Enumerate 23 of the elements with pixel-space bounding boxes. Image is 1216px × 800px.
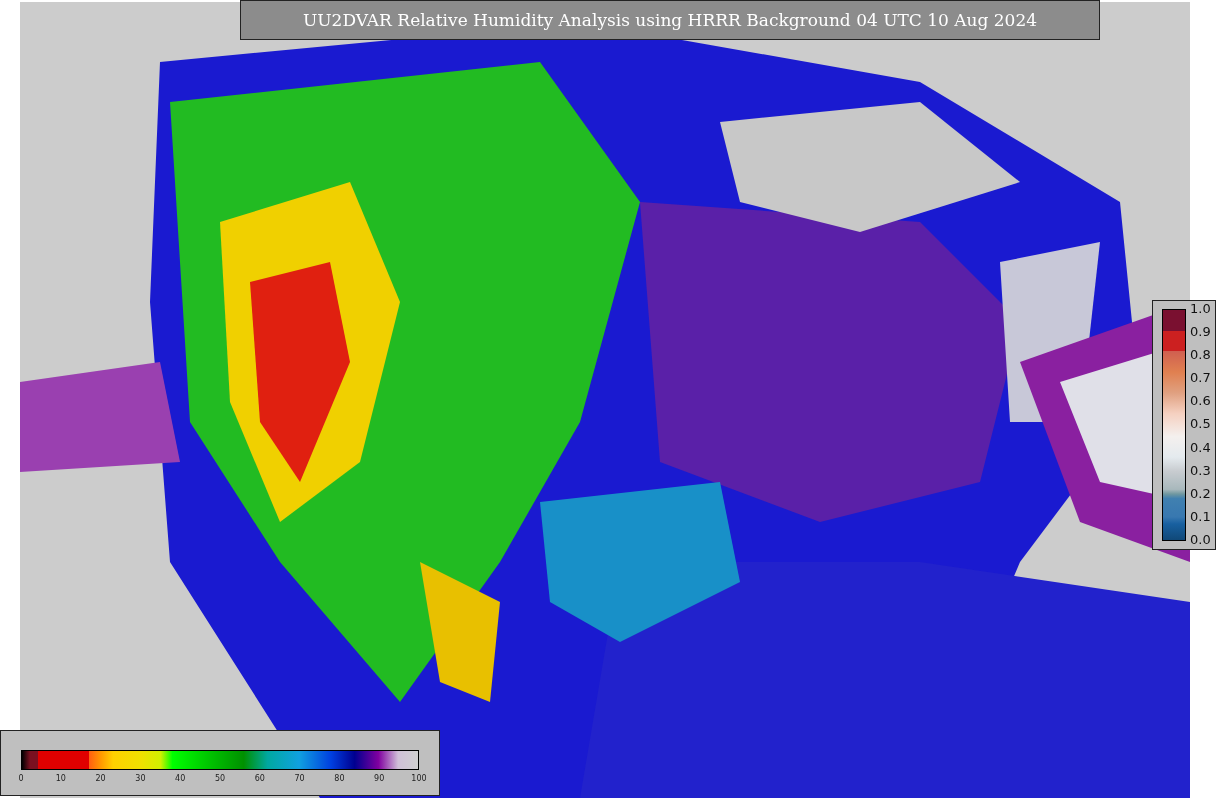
tick-label: 0.1 <box>1190 508 1211 525</box>
tick-label: 80 <box>334 774 345 783</box>
tick-label: 0.8 <box>1190 347 1211 364</box>
tick-label: 90 <box>374 774 385 783</box>
map-title: UU2DVAR Relative Humidity Analysis using HRRR Background 04 UTC 10 Aug 2024 <box>240 0 1100 40</box>
tick-label: 70 <box>294 774 305 783</box>
tick-label: 10 <box>55 774 66 783</box>
tick-label: 0 <box>18 774 24 783</box>
tick-label: 0.9 <box>1190 324 1211 341</box>
tick-label: 1.0 <box>1190 301 1211 317</box>
tick-label: 0.5 <box>1190 416 1211 433</box>
tick-label: 0.0 <box>1190 531 1211 548</box>
tick-label: 30 <box>135 774 146 783</box>
tick-label: 0.7 <box>1190 370 1211 387</box>
tick-label: 0.4 <box>1190 439 1211 456</box>
tick-label: 20 <box>95 774 106 783</box>
tick-label: 0.6 <box>1190 393 1211 410</box>
tick-label: 0.3 <box>1190 462 1211 479</box>
tick-label: 50 <box>214 774 226 783</box>
tick-label: 0.2 <box>1190 485 1211 502</box>
tick-label: 100 <box>411 774 427 783</box>
tick-label: 60 <box>254 774 265 783</box>
tick-label: 40 <box>175 774 186 783</box>
